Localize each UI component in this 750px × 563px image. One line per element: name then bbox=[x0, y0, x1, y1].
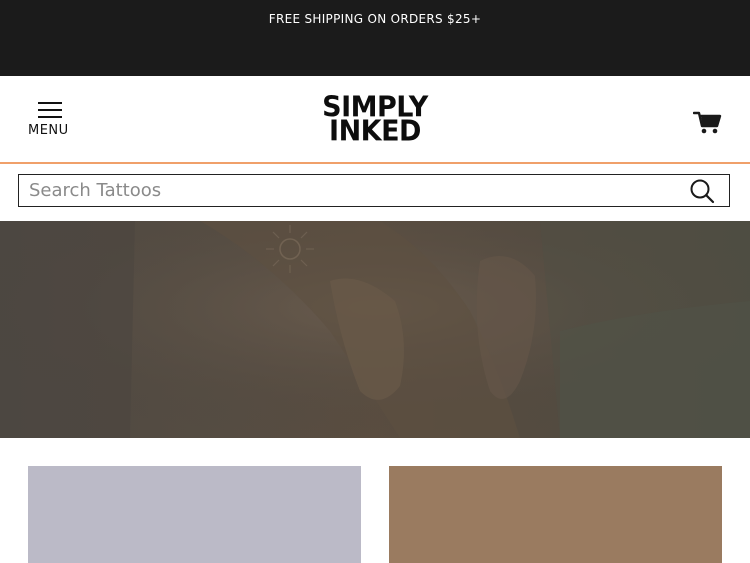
menu-label: MENU bbox=[28, 123, 69, 138]
search-icon bbox=[690, 179, 715, 204]
hamburger-icon bbox=[38, 102, 62, 118]
hero-banner[interactable] bbox=[0, 221, 750, 438]
menu-button[interactable]: MENU bbox=[22, 98, 78, 140]
category-tile-2[interactable] bbox=[389, 466, 722, 563]
announcement-bar: FREE SHIPPING ON ORDERS $25+ bbox=[0, 0, 750, 76]
cart-icon bbox=[692, 111, 722, 134]
search-bar bbox=[18, 174, 730, 207]
search-button[interactable] bbox=[689, 178, 715, 204]
logo-line-2: INKED bbox=[329, 115, 421, 148]
announcement-text: FREE SHIPPING ON ORDERS $25+ bbox=[268, 12, 482, 26]
hero-image bbox=[0, 221, 750, 438]
category-tile-1[interactable] bbox=[28, 466, 361, 563]
cart-button[interactable] bbox=[692, 110, 723, 136]
search-input[interactable] bbox=[19, 175, 679, 206]
site-header: MENU SIMPLY INKED bbox=[0, 76, 750, 164]
site-logo[interactable]: SIMPLY INKED bbox=[300, 93, 450, 148]
